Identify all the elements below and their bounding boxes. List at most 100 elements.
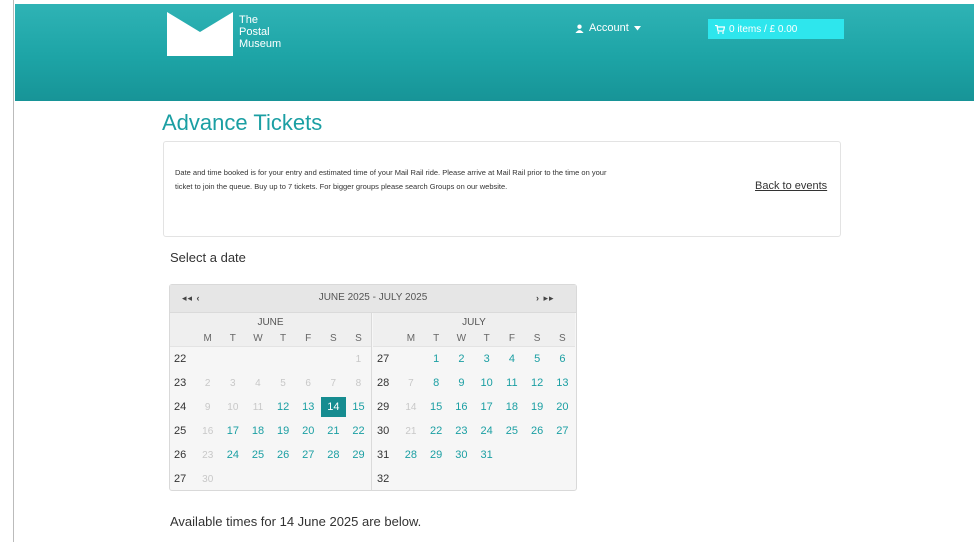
weekday-label: S — [559, 332, 566, 344]
cart-summary: 0 items / £ 0.00 — [729, 23, 798, 35]
available-day[interactable]: 25 — [499, 425, 524, 437]
available-day[interactable]: 25 — [245, 449, 270, 461]
unavailable-day: 5 — [280, 377, 286, 389]
week-row: 28 7 8 9 10 11 12 13 — [373, 371, 575, 395]
available-day[interactable]: 26 — [525, 425, 550, 437]
week-row: 29 14 15 16 17 18 19 20 — [373, 395, 575, 419]
calendar-nav: ◂◂ ‹ JUNE 2025 - JULY 2025 › ▸▸ — [170, 285, 576, 313]
week-number: 31 — [377, 449, 390, 461]
month-july: JULY M T W T F S S 27 1 2 3 4 5 6 28 7 8 9 10 11 12 13 29 14 15 16… — [373, 313, 575, 491]
weekday-label: M — [406, 332, 416, 344]
available-day[interactable]: 22 — [346, 425, 371, 437]
available-day[interactable]: 17 — [474, 401, 499, 413]
unavailable-day: 11 — [252, 401, 264, 413]
month-name: JUNE — [170, 313, 371, 330]
unavailable-day: 9 — [204, 401, 211, 413]
week-number: 26 — [174, 449, 187, 461]
unavailable-day: 1 — [355, 353, 362, 365]
available-day[interactable]: 5 — [525, 353, 550, 365]
available-day[interactable]: 4 — [499, 353, 524, 365]
available-day[interactable]: 27 — [550, 425, 575, 437]
week-number: 29 — [377, 401, 390, 413]
available-day[interactable]: 28 — [398, 449, 423, 461]
unavailable-day: 7 — [330, 377, 337, 389]
available-day[interactable]: 15 — [424, 401, 449, 413]
available-day[interactable]: 24 — [474, 425, 499, 437]
available-day[interactable]: 19 — [271, 425, 296, 437]
week-number: 23 — [174, 377, 187, 389]
week-number: 32 — [377, 473, 390, 485]
available-day[interactable]: 23 — [449, 425, 474, 437]
week-row: 22 1 — [170, 347, 371, 371]
unavailable-day: 16 — [202, 425, 214, 437]
shopping-cart-icon — [715, 24, 725, 34]
available-day[interactable]: 27 — [296, 449, 321, 461]
weekday-label: T — [229, 332, 236, 344]
available-day[interactable]: 20 — [296, 425, 321, 437]
weekday-label: S — [533, 332, 541, 344]
available-day[interactable]: 28 — [321, 449, 346, 461]
available-day[interactable]: 24 — [220, 449, 245, 461]
unavailable-day: 23 — [202, 449, 214, 461]
booking-info-text: Date and time booked is for your entry a… — [175, 168, 607, 191]
week-number: 30 — [377, 425, 390, 437]
available-day[interactable]: 15 — [346, 401, 371, 413]
available-times-heading: Available times for 14 June 2025 are bel… — [170, 514, 422, 529]
next-month-button[interactable]: › ▸▸ — [536, 293, 555, 304]
available-day[interactable]: 6 — [550, 353, 575, 365]
available-day[interactable]: 12 — [525, 377, 550, 389]
weekday-label: F — [508, 332, 515, 344]
available-day[interactable]: 16 — [449, 401, 474, 413]
weekday-label: S — [329, 332, 337, 344]
weekday-label: W — [253, 332, 263, 344]
available-day[interactable]: 2 — [449, 353, 474, 365]
available-day[interactable]: 1 — [424, 353, 449, 365]
selected-day[interactable]: 14 — [320, 397, 346, 417]
available-day[interactable]: 12 — [271, 401, 296, 413]
postal-museum-logo[interactable]: The Postal Museum — [167, 12, 297, 60]
unavailable-day: 30 — [202, 473, 214, 485]
date-picker-calendar: ◂◂ ‹ JUNE 2025 - JULY 2025 › ▸▸ JUNE M T W T… — [169, 284, 577, 491]
unavailable-day: 8 — [355, 377, 362, 389]
available-day[interactable]: 18 — [499, 401, 524, 413]
available-day[interactable]: 19 — [525, 401, 550, 413]
week-row: 26 23 24 25 26 27 28 29 — [170, 443, 371, 467]
site-header: The Postal Museum Account 0 items / £ 0.… — [15, 4, 974, 101]
info-box: Date and time booked is for your entry a… — [163, 141, 841, 237]
available-day[interactable]: 10 — [474, 377, 499, 389]
cart-button[interactable]: 0 items / £ 0.00 — [708, 19, 844, 39]
available-day[interactable]: 22 — [424, 425, 449, 437]
account-menu[interactable]: Account — [575, 22, 641, 34]
unavailable-day: 10 — [227, 401, 239, 413]
week-number: 22 — [174, 353, 187, 365]
available-day[interactable]: 18 — [245, 425, 270, 437]
week-number: 24 — [174, 401, 187, 413]
unavailable-day: 14 — [405, 401, 417, 413]
available-day[interactable]: 11 — [499, 377, 524, 389]
unavailable-day: 2 — [204, 377, 211, 389]
back-to-events-link[interactable]: Back to events — [755, 180, 827, 192]
week-row: 32 — [373, 467, 575, 491]
week-row: 25 16 17 18 19 20 21 22 — [170, 419, 371, 443]
available-day[interactable]: 31 — [474, 449, 499, 461]
page-left-edge — [0, 0, 14, 542]
available-day[interactable]: 3 — [474, 353, 499, 365]
available-day[interactable]: 13 — [550, 377, 575, 389]
available-day[interactable]: 13 — [296, 401, 321, 413]
available-day[interactable]: 17 — [220, 425, 245, 437]
logo-line: Museum — [239, 38, 282, 50]
available-day[interactable]: 21 — [321, 425, 346, 437]
available-day[interactable]: 9 — [449, 377, 474, 389]
available-day[interactable]: 26 — [271, 449, 296, 461]
envelope-logo-icon — [167, 12, 233, 56]
available-day[interactable]: 8 — [424, 377, 449, 389]
calendar-range-title: JUNE 2025 - JULY 2025 — [318, 292, 428, 303]
available-day[interactable]: 29 — [346, 449, 371, 461]
weekday-label: W — [456, 332, 467, 344]
week-row: 31 28 29 30 31 — [373, 443, 575, 467]
unavailable-day: 3 — [230, 377, 236, 389]
available-day[interactable]: 20 — [550, 401, 575, 413]
available-day[interactable]: 29 — [424, 449, 449, 461]
available-day[interactable]: 30 — [449, 449, 474, 461]
logo-text: The Postal Museum — [239, 14, 281, 50]
